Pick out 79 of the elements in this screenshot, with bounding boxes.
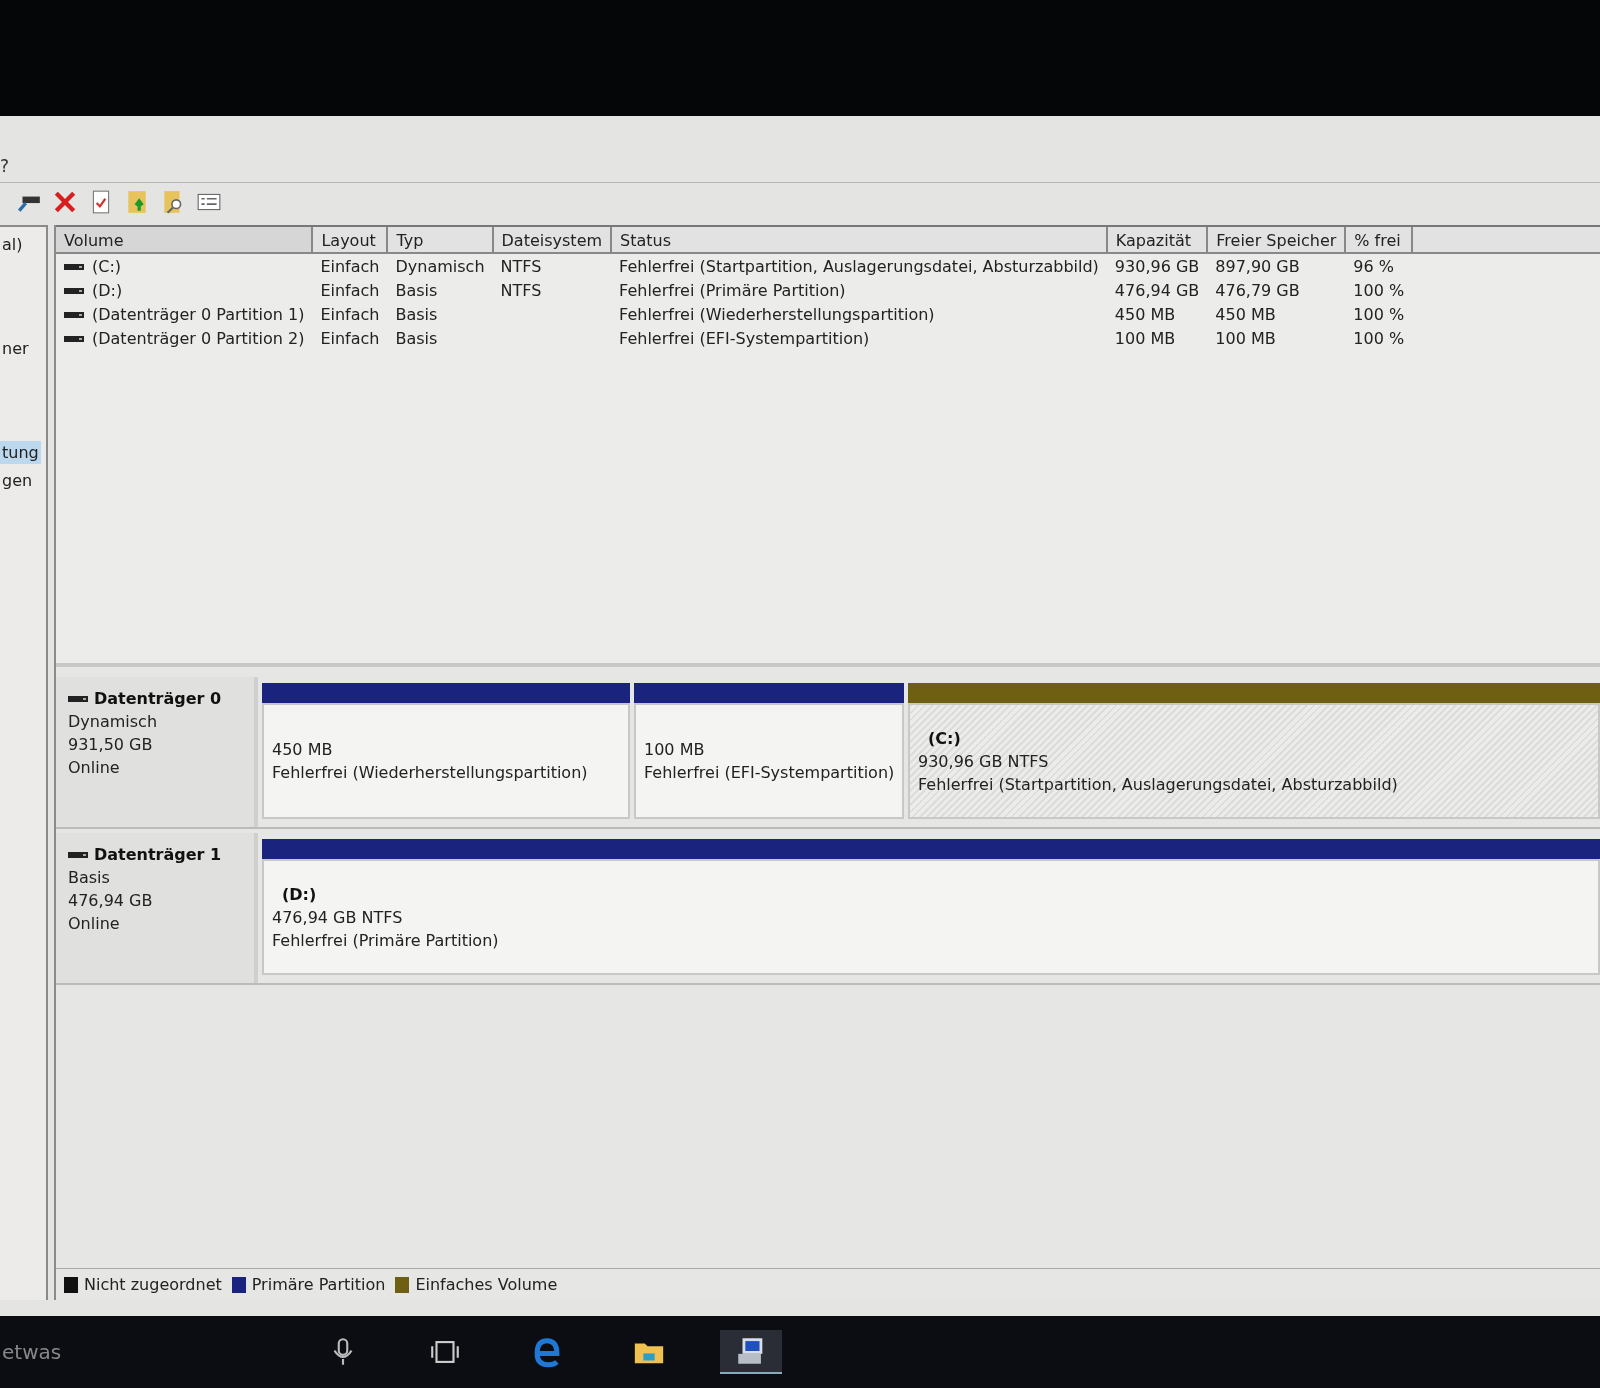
- navigation-item[interactable]: tung: [0, 441, 41, 464]
- table-cell: Einfach: [320, 280, 380, 300]
- navigation-item[interactable]: ner: [0, 337, 31, 360]
- table-cell: 100 MB: [1114, 328, 1176, 348]
- table-cell: 450 MB: [1114, 304, 1176, 324]
- drive-icon: [64, 310, 84, 319]
- table-cell: 100 %: [1353, 328, 1405, 348]
- column-header[interactable]: Status: [611, 227, 1107, 253]
- table-cell: (Datenträger 0 Partition 1): [92, 305, 305, 325]
- table-cell: 476,79 GB: [1215, 280, 1300, 300]
- table-cell: 100 %: [1353, 304, 1405, 324]
- table-cell: 96 %: [1353, 256, 1394, 276]
- drive-icon: [68, 694, 88, 703]
- partition-size: 476,94 GB NTFS: [272, 907, 404, 927]
- disk-size: 931,50 GB: [68, 735, 154, 754]
- column-header[interactable]: Typ: [387, 227, 493, 253]
- table-cell: 450 MB: [1215, 304, 1276, 324]
- navigation-item[interactable]: al): [0, 233, 25, 256]
- partition-block[interactable]: (D:) 476,94 GB NTFS Fehlerfrei (Primäre Partition): [262, 859, 1600, 975]
- legend-label: Einfaches Volume: [415, 1275, 558, 1294]
- partition-block[interactable]: 100 MB Fehlerfrei (EFI-Systempartition): [634, 703, 904, 819]
- table-cell: Fehlerfrei (Wiederherstellungspartition): [619, 304, 935, 324]
- table-cell: Fehlerfrei (EFI-Systempartition): [619, 328, 870, 348]
- table-cell: 100 %: [1353, 280, 1405, 300]
- menu-item[interactable]: ?: [0, 156, 10, 176]
- partition-status: Fehlerfrei (Wiederherstellungspartition): [272, 763, 589, 782]
- drive-icon: [64, 334, 84, 343]
- column-header[interactable]: Layout: [312, 227, 388, 253]
- table-cell: (C:): [92, 257, 122, 277]
- table-cell: (Datenträger 0 Partition 2): [92, 329, 305, 349]
- partition-size: 100 MB: [644, 740, 706, 759]
- column-header[interactable]: % frei: [1345, 227, 1413, 253]
- legend-label: Nicht zugeordnet: [84, 1275, 222, 1294]
- navigation-item[interactable]: gen: [0, 469, 35, 492]
- table-cell: Basis: [395, 328, 438, 348]
- table-cell: Basis: [395, 304, 438, 324]
- partition-block[interactable]: (C:) 930,96 GB NTFS Fehlerfrei (Startpartition, Auslagerungsdatei, Absturzabbild): [908, 703, 1600, 819]
- table-cell: NTFS: [500, 256, 542, 276]
- disk-status: Online: [68, 758, 121, 777]
- table-cell: Einfach: [320, 304, 380, 324]
- column-header[interactable]: Freier Speicher: [1207, 227, 1346, 253]
- partition-drive: (C:): [927, 728, 962, 748]
- disk-name: Datenträger 1: [94, 845, 222, 864]
- column-header[interactable]: Kapazität: [1106, 227, 1208, 253]
- drive-icon: [68, 850, 88, 859]
- table-cell: Basis: [395, 280, 438, 300]
- table-cell: (D:): [92, 281, 123, 301]
- disk-type: Dynamisch: [68, 712, 159, 731]
- table-cell: NTFS: [500, 280, 542, 300]
- table-cell: Einfach: [320, 328, 380, 348]
- computer-icon[interactable]: [720, 1330, 782, 1374]
- partition-status: Fehlerfrei (Primäre Partition): [272, 930, 500, 950]
- legend-label: Primäre Partition: [251, 1275, 386, 1294]
- disk-size: 476,94 GB: [68, 891, 154, 910]
- disk-info-panel[interactable]: Datenträger 0 Dynamisch 931,50 GB Online: [56, 677, 258, 827]
- table-cell: 897,90 GB: [1215, 256, 1300, 276]
- partition-block[interactable]: 450 MB Fehlerfrei (Wiederherstellungspartition): [262, 703, 630, 819]
- table-cell: Dynamisch: [395, 256, 485, 276]
- partition-drive: (D:): [281, 884, 318, 904]
- table-cell: Fehlerfrei (Primäre Partition): [619, 280, 846, 300]
- table-cell: 100 MB: [1215, 328, 1276, 348]
- search-box[interactable]: etwas: [0, 1340, 272, 1364]
- table-cell: 930,96 GB: [1114, 256, 1200, 276]
- table-cell: 476,94 GB: [1114, 280, 1200, 300]
- delete-icon[interactable]: [52, 189, 78, 215]
- disk-info-panel[interactable]: Datenträger 1 Basis 476,94 GB Online: [56, 833, 258, 983]
- column-header[interactable]: Dateisystem: [492, 227, 612, 253]
- column-header[interactable]: Volume: [56, 227, 313, 253]
- partition-status: Fehlerfrei (Startpartition, Auslagerungsdatei, Absturzabbild): [918, 774, 1399, 794]
- drive-icon: [64, 286, 84, 295]
- table-cell: Einfach: [320, 256, 380, 276]
- disk-status: Online: [68, 914, 121, 933]
- disk-type: Basis: [68, 868, 111, 887]
- drive-icon: [64, 262, 84, 271]
- disk-name: Datenträger 0: [94, 689, 222, 708]
- partition-size: 450 MB: [272, 740, 334, 759]
- partition-size: 930,96 GB NTFS: [918, 751, 1050, 771]
- table-cell: Fehlerfrei (Startpartition, Auslagerungsdatei, Absturzabbild): [619, 256, 1099, 276]
- partition-status: Fehlerfrei (EFI-Systempartition): [644, 763, 894, 782]
